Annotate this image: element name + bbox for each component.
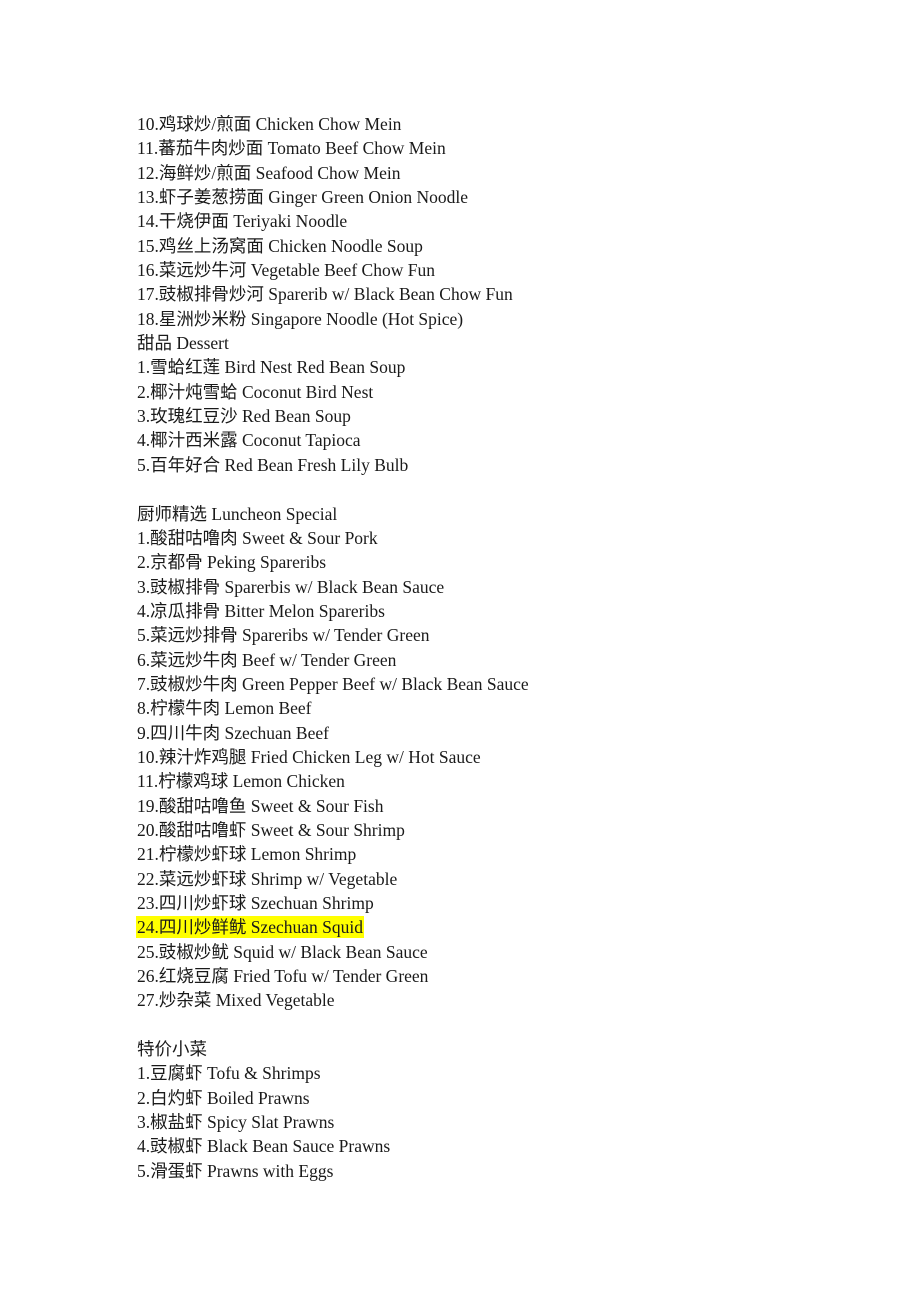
menu-line: 9.四川牛肉 Szechuan Beef	[137, 721, 837, 745]
menu-line: 10.鸡球炒/煎面 Chicken Chow Mein	[137, 112, 837, 136]
menu-line: 13.虾子姜葱捞面 Ginger Green Onion Noodle	[137, 185, 837, 209]
menu-line: 23.四川炒虾球 Szechuan Shrimp	[137, 891, 837, 915]
menu-line: 14.干烧伊面 Teriyaki Noodle	[137, 209, 837, 233]
menu-line-text: 20.酸甜咕噜虾 Sweet & Sour Shrimp	[137, 819, 405, 840]
menu-line: 4.椰汁西米露 Coconut Tapioca	[137, 428, 837, 452]
menu-line: 7.豉椒炒牛肉 Green Pepper Beef w/ Black Bean …	[137, 672, 837, 696]
menu-line: 4.凉瓜排骨 Bitter Melon Spareribs	[137, 599, 837, 623]
menu-line: 1.豆腐虾 Tofu & Shrimps	[137, 1061, 837, 1085]
menu-line-text: 厨师精选 Luncheon Special	[137, 503, 338, 524]
menu-line-text: 21.柠檬炒虾球 Lemon Shrimp	[137, 844, 357, 865]
menu-line-text: 25.豉椒炒鱿 Squid w/ Black Bean Sauce	[137, 941, 428, 962]
menu-line: 11.柠檬鸡球 Lemon Chicken	[137, 769, 837, 793]
menu-line-text: 16.菜远炒牛河 Vegetable Beef Chow Fun	[137, 260, 435, 281]
menu-line-text: 6.菜远炒牛肉 Beef w/ Tender Green	[137, 649, 397, 670]
menu-line: 3.豉椒排骨 Sparerbis w/ Black Bean Sauce	[137, 575, 837, 599]
menu-line: 10.辣汁炸鸡腿 Fried Chicken Leg w/ Hot Sauce	[137, 745, 837, 769]
menu-line: 6.菜远炒牛肉 Beef w/ Tender Green	[137, 648, 837, 672]
menu-line: 20.酸甜咕噜虾 Sweet & Sour Shrimp	[137, 818, 837, 842]
menu-line: 11.蕃茄牛肉炒面 Tomato Beef Chow Mein	[137, 136, 837, 160]
menu-line-text: 11.蕃茄牛肉炒面 Tomato Beef Chow Mein	[137, 138, 446, 159]
menu-line: 5.菜远炒排骨 Spareribs w/ Tender Green	[137, 623, 837, 647]
menu-line-text: 2.白灼虾 Boiled Prawns	[137, 1087, 310, 1108]
menu-line: 17.豉椒排骨炒河 Sparerib w/ Black Bean Chow Fu…	[137, 282, 837, 306]
menu-line: 27.炒杂菜 Mixed Vegetable	[137, 988, 837, 1012]
section-spacer	[137, 1013, 837, 1037]
menu-line: 5.滑蛋虾 Prawns with Eggs	[137, 1159, 837, 1183]
menu-line-text: 9.四川牛肉 Szechuan Beef	[137, 722, 329, 743]
menu-line-text: 特价小菜	[137, 1039, 207, 1060]
menu-line: 1.雪蛤红莲 Bird Nest Red Bean Soup	[137, 355, 837, 379]
dessert-section: 甜品 Dessert 1.雪蛤红莲 Bird Nest Red Bean Soup…	[137, 331, 837, 477]
menu-line-text: 甜品 Dessert	[137, 333, 229, 354]
menu-line: 5.百年好合 Red Bean Fresh Lily Bulb	[137, 453, 837, 477]
menu-line-text: 13.虾子姜葱捞面 Ginger Green Onion Noodle	[137, 187, 468, 208]
menu-line-text: 10.辣汁炸鸡腿 Fried Chicken Leg w/ Hot Sauce	[137, 746, 481, 767]
special-priced-dishes-section: 特价小菜 1.豆腐虾 Tofu & Shrimps 2.白灼虾 Boiled Pra…	[137, 1037, 837, 1183]
menu-line-text: 5.百年好合 Red Bean Fresh Lily Bulb	[137, 454, 409, 475]
menu-line-text: 22.菜远炒虾球 Shrimp w/ Vegetable	[137, 868, 398, 889]
menu-line: 25.豉椒炒鱿 Squid w/ Black Bean Sauce	[137, 940, 837, 964]
menu-line: 1.酸甜咕噜肉 Sweet & Sour Pork	[137, 526, 837, 550]
menu-line-text: 1.豆腐虾 Tofu & Shrimps	[137, 1063, 321, 1084]
menu-line-text: 5.菜远炒排骨 Spareribs w/ Tender Green	[137, 625, 430, 646]
menu-line-text: 3.豉椒排骨 Sparerbis w/ Black Bean Sauce	[137, 576, 445, 597]
menu-line: 甜品 Dessert	[137, 331, 837, 355]
menu-line-text: 12.海鲜炒/煎面 Seafood Chow Mein	[137, 162, 401, 183]
section-spacer	[137, 477, 837, 501]
menu-line: 16.菜远炒牛河 Vegetable Beef Chow Fun	[137, 258, 837, 282]
menu-line: 22.菜远炒虾球 Shrimp w/ Vegetable	[137, 867, 837, 891]
menu-line-text: 3.玫瑰红豆沙 Red Bean Soup	[137, 406, 351, 427]
menu-line: 3.椒盐虾 Spicy Slat Prawns	[137, 1110, 837, 1134]
menu-line-text: 10.鸡球炒/煎面 Chicken Chow Mein	[137, 114, 402, 134]
menu-line-text: 1.酸甜咕噜肉 Sweet & Sour Pork	[137, 527, 378, 548]
menu-line-text: 19.酸甜咕噜鱼 Sweet & Sour Fish	[137, 795, 384, 816]
menu-line-text: 4.豉椒虾 Black Bean Sauce Prawns	[137, 1136, 391, 1157]
menu-line-text: 2.京都骨 Peking Spareribs	[137, 552, 327, 573]
menu-line-text: 14.干烧伊面 Teriyaki Noodle	[137, 211, 348, 232]
menu-line: 3.玫瑰红豆沙 Red Bean Soup	[137, 404, 837, 428]
luncheon-special-section: 厨师精选 Luncheon Special 1.酸甜咕噜肉 Sweet & Sou…	[137, 502, 837, 1013]
menu-line-text: 7.豉椒炒牛肉 Green Pepper Beef w/ Black Bean …	[137, 673, 529, 694]
menu-line-highlighted: 24.四川炒鲜鱿 Szechuan Squid	[137, 915, 837, 939]
menu-line-text: 26.红烧豆腐 Fried Tofu w/ Tender Green	[137, 966, 429, 987]
menu-line-text: 27.炒杂菜 Mixed Vegetable	[137, 990, 335, 1011]
menu-line: 2.京都骨 Peking Spareribs	[137, 550, 837, 574]
menu-line-text: 15.鸡丝上汤窝面 Chicken Noodle Soup	[137, 235, 423, 256]
noodle-dishes-continued: 10.鸡球炒/煎面 Chicken Chow Mein 11.蕃茄牛肉炒面 Tom…	[137, 112, 837, 331]
menu-line-text: 8.柠檬牛肉 Lemon Beef	[137, 698, 312, 719]
menu-document: 10.鸡球炒/煎面 Chicken Chow Mein 11.蕃茄牛肉炒面 Tom…	[137, 112, 837, 1183]
menu-line-text: 1.雪蛤红莲 Bird Nest Red Bean Soup	[137, 357, 406, 378]
menu-line-text: 2.椰汁炖雪蛤 Coconut Bird Nest	[137, 381, 374, 402]
menu-line-text: 24.四川炒鲜鱿 Szechuan Squid	[137, 917, 364, 938]
menu-line: 4.豉椒虾 Black Bean Sauce Prawns	[137, 1134, 837, 1158]
menu-line-text: 3.椒盐虾 Spicy Slat Prawns	[137, 1112, 335, 1133]
menu-line: 15.鸡丝上汤窝面 Chicken Noodle Soup	[137, 234, 837, 258]
menu-line-text: 4.椰汁西米露 Coconut Tapioca	[137, 430, 361, 451]
menu-line-text: 5.滑蛋虾 Prawns with Eggs	[137, 1160, 334, 1181]
menu-line: 2.椰汁炖雪蛤 Coconut Bird Nest	[137, 380, 837, 404]
menu-line: 2.白灼虾 Boiled Prawns	[137, 1086, 837, 1110]
menu-line: 18.星洲炒米粉 Singapore Noodle (Hot Spice)	[137, 307, 837, 331]
menu-line-text: 23.四川炒虾球 Szechuan Shrimp	[137, 893, 374, 913]
menu-line-text: 11.柠檬鸡球 Lemon Chicken	[137, 771, 345, 792]
menu-line: 19.酸甜咕噜鱼 Sweet & Sour Fish	[137, 794, 837, 818]
menu-line: 12.海鲜炒/煎面 Seafood Chow Mein	[137, 161, 837, 185]
menu-line: 26.红烧豆腐 Fried Tofu w/ Tender Green	[137, 964, 837, 988]
menu-line-text: 4.凉瓜排骨 Bitter Melon Spareribs	[137, 600, 385, 621]
menu-line: 厨师精选 Luncheon Special	[137, 502, 837, 526]
menu-line: 8.柠檬牛肉 Lemon Beef	[137, 696, 837, 720]
menu-line: 特价小菜	[137, 1037, 837, 1061]
menu-line-text: 18.星洲炒米粉 Singapore Noodle (Hot Spice)	[137, 308, 464, 329]
menu-line-text: 17.豉椒排骨炒河 Sparerib w/ Black Bean Chow Fu…	[137, 284, 513, 305]
menu-line: 21.柠檬炒虾球 Lemon Shrimp	[137, 842, 837, 866]
